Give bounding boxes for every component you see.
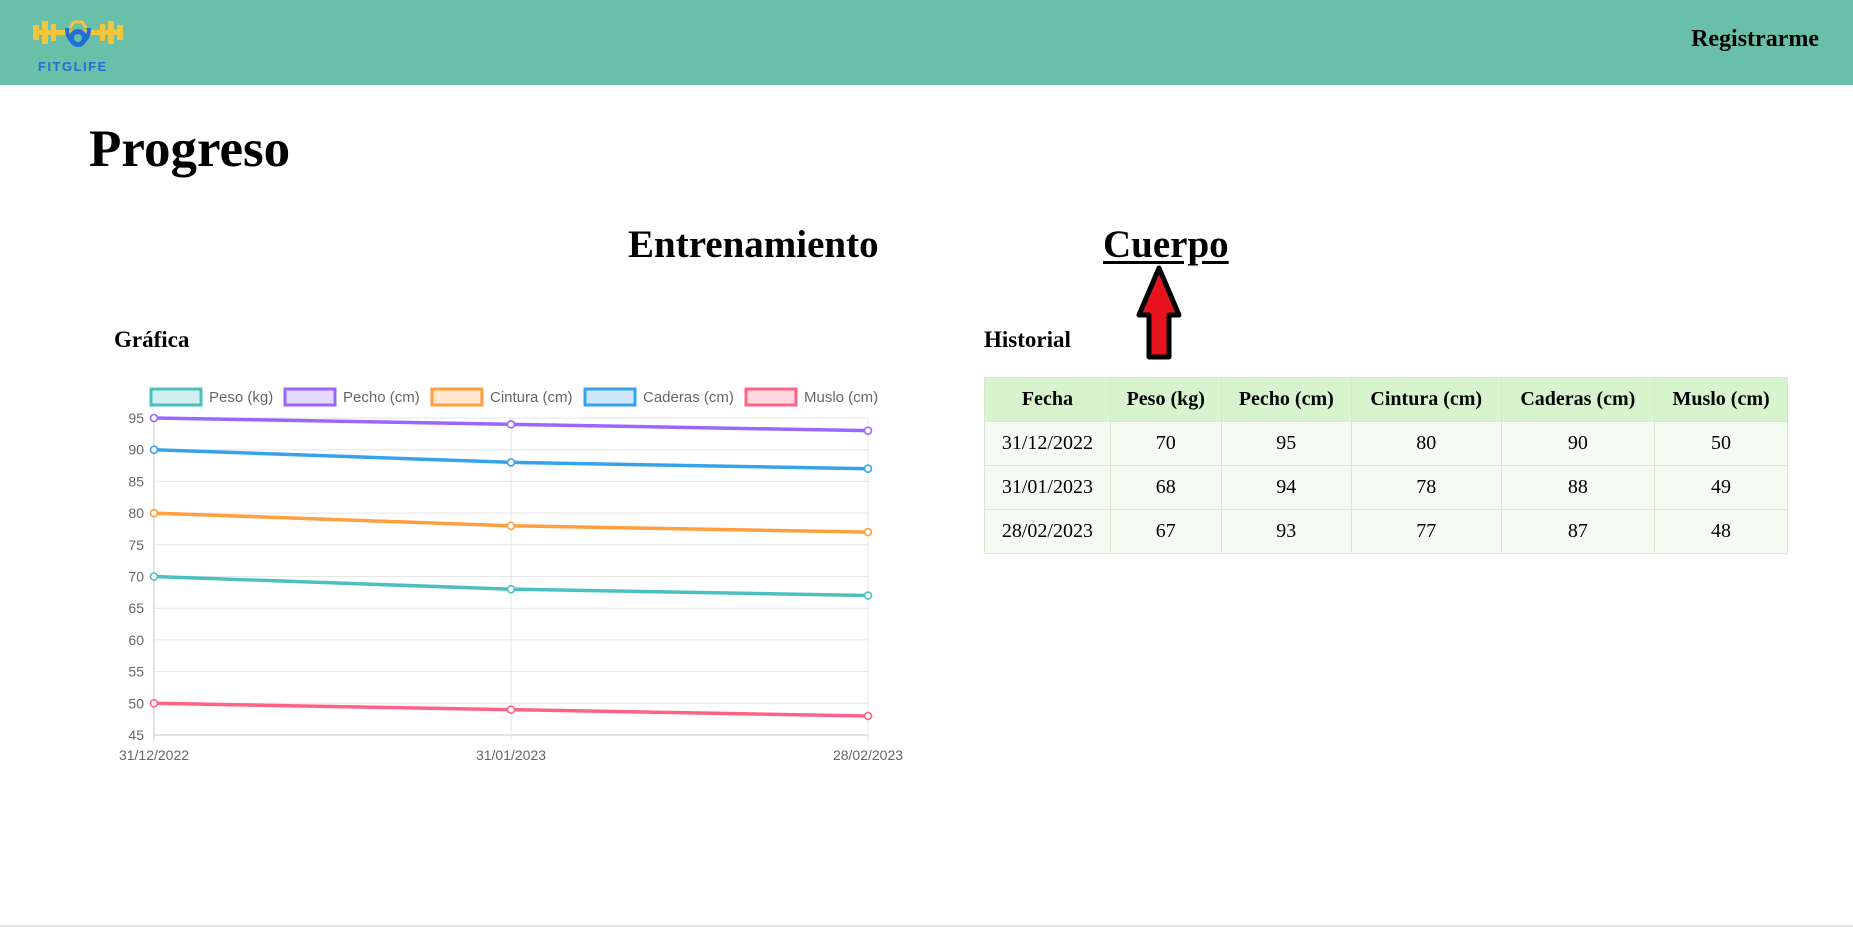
history-header-row: Fecha Peso (kg) Pecho (cm) Cintura (cm) Cade… [984,377,1788,422]
history-cell: 31/01/2023 [984,465,1111,510]
data-point [149,698,159,708]
legend-swatch [283,387,337,407]
data-point [863,711,873,721]
legend-item: Muslo (cm) [744,387,878,407]
history-cell: 50 [1654,421,1788,466]
data-point [506,521,516,531]
y-tick-label: 80 [128,505,144,521]
chart-legend: Peso (kg) Pecho (cm) Cintura (cm) Caderas (… [149,387,878,407]
y-tick-label: 60 [128,632,144,648]
history-cell: 88 [1500,465,1656,510]
legend-swatch [149,387,203,407]
data-point [149,445,159,454]
history-cell: 28/02/2023 [984,509,1111,554]
history-cell: 94 [1220,465,1352,510]
data-point [149,508,159,518]
page-title: Progreso [89,120,291,178]
history-cell: 80 [1350,421,1502,466]
data-point [506,420,516,429]
history-cell: 70 [1109,421,1222,466]
legend-item: Peso (kg) [149,387,273,407]
history-section-title: Historial [984,327,1071,352]
history-cell: 49 [1654,465,1788,510]
legend-item: Caderas (cm) [583,387,734,407]
y-tick-label: 55 [128,664,144,680]
history-cell: 90 [1500,421,1656,466]
y-tick-label: 90 [128,442,144,458]
history-column-header: Pecho (cm) [1220,377,1352,422]
history-row: 31/01/2023 68 94 78 88 49 [984,465,1788,510]
data-point [506,705,516,714]
progress-line-chart: Peso (kg) Pecho (cm) Cintura (cm) Caderas (… [119,387,903,763]
legend-item: Pecho (cm) [283,387,420,407]
history-cell: 93 [1220,509,1352,554]
history-column-header: Peso (kg) [1109,377,1222,422]
legend-swatch [583,387,637,407]
y-tick-label: 85 [128,473,144,489]
y-tick-label: 95 [128,410,144,426]
y-tick-label: 70 [128,569,144,585]
data-point [863,527,873,537]
legend-label: Cintura (cm) [490,389,573,406]
history-row: 28/02/2023 67 93 77 87 48 [984,509,1788,554]
legend-swatch [744,387,798,407]
history-column-header: Fecha [984,377,1111,422]
data-point [863,464,873,474]
history-column-header: Muslo (cm) [1654,377,1788,422]
x-tick-label: 28/02/2023 [833,747,903,763]
history-cell: 78 [1350,465,1502,510]
tab-cuerpo[interactable]: Cuerpo [1103,222,1229,268]
history-table: Fecha Peso (kg) Pecho (cm) Cintura (cm) Cade… [984,377,1788,554]
legend-item: Cintura (cm) [430,387,573,407]
history-cell: 67 [1109,509,1222,554]
history-column-header: Caderas (cm) [1500,377,1656,422]
register-link[interactable]: Registrarme [1691,26,1819,53]
y-tick-label: 45 [128,727,144,743]
history-cell: 87 [1500,509,1656,554]
data-point [863,426,873,435]
x-axis-ticks: 31/12/2022 31/01/2023 28/02/2023 [119,747,903,763]
history-cell: 77 [1350,509,1502,554]
y-tick-label: 75 [128,537,144,553]
y-axis-ticks: 45 50 55 60 65 70 75 80 85 90 95 [128,410,144,743]
data-point [149,413,159,423]
history-cell: 95 [1220,421,1352,466]
data-point [506,458,516,467]
legend-label: Peso (kg) [209,389,273,406]
x-tick-label: 31/01/2023 [476,747,546,763]
logo-text: FITGLIFE [38,59,108,74]
y-tick-label: 50 [128,695,144,711]
x-tick-label: 31/12/2022 [119,747,189,763]
history-row: 31/12/2022 70 95 80 90 50 [984,421,1788,466]
legend-label: Caderas (cm) [643,389,734,406]
legend-label: Muslo (cm) [804,389,878,406]
legend-swatch [430,387,484,407]
chart-section-title: Gráfica [114,327,190,352]
tab-entrenamiento[interactable]: Entrenamiento [628,222,879,268]
history-cell: 68 [1109,465,1222,510]
red-up-arrow-icon [1136,265,1182,360]
data-point [506,584,516,594]
history-column-header: Cintura (cm) [1350,377,1502,422]
data-point [863,591,873,600]
data-point [149,572,159,581]
history-cell: 48 [1654,509,1788,554]
y-tick-label: 65 [128,600,144,616]
top-navbar: FITGLIFE Registrarme [0,0,1853,85]
legend-label: Pecho (cm) [343,389,420,406]
history-cell: 31/12/2022 [984,421,1111,466]
